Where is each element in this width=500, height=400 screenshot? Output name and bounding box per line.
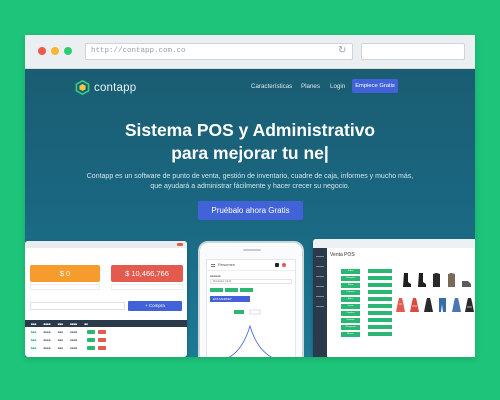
close-dot-icon[interactable] [38,47,46,55]
hero-title-line1: Sistema POS y Administrativo [124,120,376,140]
stat-card-footer [30,284,100,290]
dashboard-topbar [25,241,187,248]
pos-list-item [368,318,392,322]
phone-preview: Resumen ■■■■■■ Mostrador CAJA ETA MARKET [198,241,304,357]
phone-chip [210,288,223,292]
notification-icon [282,263,286,267]
pos-list-item [368,269,392,273]
pos-category: Bolsos [341,332,360,337]
reload-icon[interactable]: ↻ [338,45,346,57]
pos-list-item [368,311,392,315]
boots-product-icon [418,273,426,287]
pos-category: Chaquetas [341,325,360,330]
dress-product-icon [396,298,405,312]
stat-card-orange: $ 0 [30,265,100,282]
nav-caracteristicas[interactable]: Características [251,83,292,90]
pos-title: Venta POS [330,252,355,258]
stat-card-red: $ 10,466,766 [111,265,183,282]
phone-speaker [243,249,261,251]
dress-product-icon [465,298,474,312]
empiece-gratis-button[interactable]: Empiece Gratis [352,79,398,93]
pos-category: Botas [341,297,360,302]
phone-header: Resumen [207,260,295,271]
dashboard-search-input [30,302,125,310]
address-bar[interactable]: http://contapp.com.co [85,43,353,60]
table-row: ■■■ ■■■■ ■■■ ■■■■ [25,336,187,343]
dashboard-preview: $ 0 $ 10,466,766 + Compra ■■■ ■■■■ ■■■ ■■■■… [25,241,187,357]
browser-window: http://contapp.com.co ↻ contapp Caracter… [25,35,475,357]
dashboard-compra-button: + Compra [128,301,182,311]
user-icon [275,263,279,267]
phone-title: Resumen [218,262,236,267]
pos-category: Vestidos [341,318,360,323]
menu-icon [211,264,215,267]
phone-label: ■■■■■■ [210,274,221,278]
jacket-product-icon [433,273,440,287]
table-row: ■■■ ■■■■ ■■■ ■■■■ [25,328,187,335]
pos-list-item [368,325,392,329]
browser-toolbar: http://contapp.com.co ↻ [25,35,475,69]
jeans-product-icon [439,298,446,312]
pos-category: Zapatos [341,311,360,316]
pos-list-item [368,297,392,301]
pos-preview: Venta POS Todos Categoría Ropa Camisas B… [313,239,475,357]
pos-list-item [368,283,392,287]
phone-screen: Resumen ■■■■■■ Mostrador CAJA ETA MARKET [206,259,296,357]
logo-text: contapp [94,81,137,94]
dress-product-icon [452,298,461,312]
hero-section: contapp Características Planes Login Emp… [25,69,475,357]
jacket-product-icon [448,273,455,287]
phone-chart-label: ETA MARKET [210,296,250,302]
table-row: ■■■ ■■■■ ■■■ ■■■■ [25,344,187,351]
table-header: ■■■ ■■■■ ■■■ ■■■■ ■■ [25,320,187,327]
minimize-dot-icon[interactable] [51,47,59,55]
phone-select: Mostrador CAJA [210,279,292,284]
phone-chart [228,309,273,357]
pos-category: Jeans [341,304,360,309]
pos-list-item [368,276,392,280]
phone-chip [225,288,238,292]
pos-category: Ropa [341,283,360,288]
dress-product-icon [410,298,419,312]
nav-planes[interactable]: Planes [301,83,320,90]
maximize-dot-icon[interactable] [64,47,72,55]
hexagon-logo-icon [75,79,90,96]
boots-product-icon [403,273,411,287]
shoe-product-icon [462,281,471,287]
pos-topbar [313,239,475,248]
hero-title-line2: para mejorar tu ne| [171,143,329,163]
pos-category: Camisas [341,290,360,295]
pos-sidebar [313,248,327,357]
hero-subtitle: Contapp es un software de punto de venta… [86,173,414,190]
phone-chip [240,288,253,292]
contapp-logo[interactable]: contapp [75,79,137,96]
pos-category: Categoría [341,276,360,281]
dashboard-table: ■■■ ■■■■ ■■■ ■■■■ ■■ ■■■ ■■■■ ■■■ ■■■■ ■■■ ■■■■ ■… [25,320,187,357]
try-free-button[interactable]: Pruébalo ahora Gratis [198,201,303,220]
pos-list-item [368,304,392,308]
pos-category: Todos [341,269,360,274]
stat-card-footer [111,284,183,290]
pos-list-item [368,332,392,336]
pos-list-item [368,290,392,294]
dress-product-icon [424,298,433,312]
nav-login[interactable]: Login [330,83,345,90]
browser-search-field[interactable] [361,43,465,60]
